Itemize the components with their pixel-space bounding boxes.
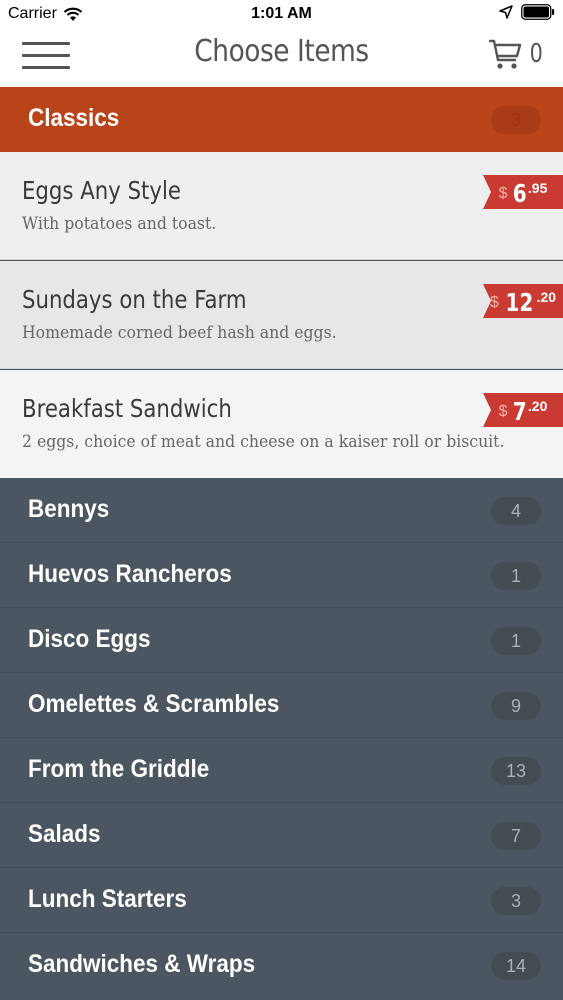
item-name: Sundays on the Farm: [22, 285, 247, 314]
price-dollars: 12: [505, 288, 534, 317]
category-count-badge: 7: [491, 822, 541, 850]
page-title: Choose Items: [194, 34, 369, 69]
price-cents: .95: [527, 180, 548, 196]
item-description: Homemade corned beef hash and eggs.: [22, 323, 337, 342]
section-count-badge: 3: [491, 106, 541, 134]
category-row-huevos-rancheros[interactable]: Huevos Rancheros 1: [0, 543, 563, 608]
menu-item[interactable]: Breakfast Sandwich 2 eggs, choice of mea…: [0, 370, 563, 478]
category-label: Bennys: [28, 495, 110, 523]
price-tag: $ 12 .20: [483, 284, 563, 318]
cart-icon: [489, 39, 522, 69]
category-label: Sandwiches & Wraps: [28, 950, 256, 978]
category-row-salads[interactable]: Salads 7: [0, 803, 563, 868]
category-count-badge: 4: [491, 497, 541, 525]
item-name: Eggs Any Style: [22, 176, 181, 205]
item-description: With potatoes and toast.: [22, 214, 217, 233]
category-label: Omelettes & Scrambles: [28, 690, 280, 718]
category-label: Huevos Rancheros: [28, 560, 232, 588]
item-description: 2 eggs, choice of meat and cheese on a k…: [22, 432, 505, 451]
battery-icon: [521, 4, 555, 20]
price-cents: .20: [536, 289, 557, 305]
price-currency: $: [498, 185, 508, 202]
category-count-badge: 1: [491, 562, 541, 590]
section-header-classics[interactable]: Classics 3: [0, 87, 563, 152]
category-row-sandwiches-wraps[interactable]: Sandwiches & Wraps 14: [0, 933, 563, 1000]
status-time: 1:01 AM: [251, 5, 312, 22]
category-row-from-the-griddle[interactable]: From the Griddle 13: [0, 738, 563, 803]
category-count-badge: 9: [491, 692, 541, 720]
category-label: Lunch Starters: [28, 885, 187, 913]
category-label: From the Griddle: [28, 755, 210, 783]
category-count-badge: 14: [491, 952, 541, 980]
category-row-bennys[interactable]: Bennys 4: [0, 478, 563, 543]
price-currency: $: [489, 294, 499, 311]
price-dollars: 7: [512, 397, 527, 426]
price-tag: $ 6 .95: [483, 175, 563, 209]
category-label: Salads: [28, 820, 101, 848]
category-count-badge: 13: [491, 757, 541, 785]
price-cents: .20: [527, 398, 548, 414]
category-count-badge: 1: [491, 627, 541, 655]
category-row-disco-eggs[interactable]: Disco Eggs 1: [0, 608, 563, 673]
price-currency: $: [498, 403, 508, 420]
category-label: Disco Eggs: [28, 625, 151, 653]
section-title: Classics: [28, 104, 120, 132]
location-arrow-icon: [499, 5, 513, 19]
price-tag: $ 7 .20: [483, 393, 563, 427]
status-bar: Carrier 1:01 AM: [0, 0, 563, 28]
menu-item[interactable]: Sundays on the Farm Homemade corned beef…: [0, 261, 563, 369]
cart-button[interactable]: 0: [488, 38, 545, 70]
menu-item[interactable]: Eggs Any Style With potatoes and toast. …: [0, 152, 563, 260]
category-row-lunch-starters[interactable]: Lunch Starters 3: [0, 868, 563, 933]
status-right: [499, 4, 555, 20]
category-count-badge: 3: [491, 887, 541, 915]
price-dollars: 6: [512, 179, 527, 208]
item-name: Breakfast Sandwich: [22, 394, 232, 423]
nav-bar: Choose Items 0: [0, 28, 563, 87]
cart-count: 0: [530, 39, 544, 69]
category-row-omelettes-scrambles[interactable]: Omelettes & Scrambles 9: [0, 673, 563, 738]
